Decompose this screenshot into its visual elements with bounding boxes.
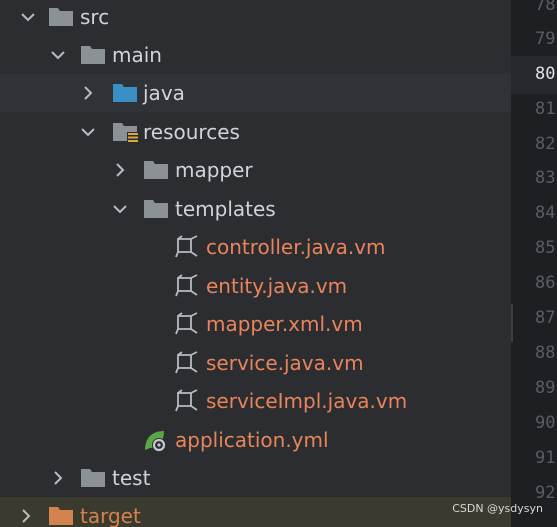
tree-item-label: application.yml — [175, 428, 329, 452]
gutter-divider — [511, 304, 513, 342]
line-number: 87 — [535, 308, 556, 328]
chevron-right-icon[interactable] — [50, 470, 66, 486]
line-number: 89 — [535, 378, 556, 398]
excluded-folder-icon — [48, 504, 74, 527]
tree-item-label: mapper.xml.vm — [206, 312, 363, 336]
folder-icon — [143, 158, 169, 182]
line-number: 85 — [535, 238, 556, 258]
tree-item-src[interactable]: src — [0, 0, 511, 36]
tree-item-test[interactable]: test — [0, 459, 511, 497]
velocity-template-icon — [174, 351, 200, 375]
chevron-down-icon[interactable] — [80, 124, 96, 140]
tree-item-label: test — [112, 466, 151, 490]
tree-item-label: controller.java.vm — [206, 235, 386, 259]
chevron-right-icon[interactable] — [112, 162, 128, 178]
velocity-template-icon — [174, 235, 200, 259]
tree-item-entity-java-vm[interactable]: entity.java.vm — [0, 267, 511, 305]
tree-item-target[interactable]: target — [0, 497, 511, 527]
tree-item-mapper[interactable]: mapper — [0, 151, 511, 189]
tree-item-label: templates — [175, 197, 276, 221]
tree-item-label: entity.java.vm — [206, 274, 348, 298]
chevron-down-icon[interactable] — [112, 201, 128, 217]
tree-item-label: mapper — [175, 158, 253, 182]
folder-icon — [143, 197, 169, 221]
folder-icon — [80, 466, 106, 490]
watermark: CSDN @ysdysyn — [452, 502, 543, 515]
chevron-down-icon[interactable] — [20, 9, 36, 25]
folder-icon — [48, 5, 74, 29]
tree-item-label: java — [143, 81, 185, 105]
editor-line-number-gutter: 78 79 80 81 82 83 84 85 86 87 88 89 90 9… — [511, 0, 557, 527]
chevron-right-icon[interactable] — [80, 85, 96, 101]
line-number: 83 — [535, 168, 556, 188]
tree-item-label: main — [112, 43, 162, 67]
line-number: 91 — [535, 448, 556, 468]
tree-item-label: target — [80, 504, 141, 527]
resources-folder-icon — [112, 120, 139, 144]
folder-icon — [80, 43, 106, 67]
velocity-template-icon — [174, 389, 200, 413]
line-number-current: 80 — [535, 64, 556, 84]
tree-item-service-java-vm[interactable]: service.java.vm — [0, 344, 511, 382]
project-tree: src main java resources mapper templates… — [0, 0, 511, 527]
tree-item-serviceimpl-java-vm[interactable]: serviceImpl.java.vm — [0, 382, 511, 420]
source-folder-icon — [112, 81, 138, 105]
tree-item-templates[interactable]: templates — [0, 190, 511, 228]
tree-item-java[interactable]: java — [0, 74, 511, 112]
line-number: 79 — [535, 29, 556, 49]
line-number: 92 — [535, 483, 556, 503]
line-number: 88 — [535, 343, 556, 363]
tree-item-mapper-xml-vm[interactable]: mapper.xml.vm — [0, 305, 511, 343]
line-number: 86 — [535, 273, 556, 293]
spring-config-icon — [142, 428, 168, 452]
tree-item-label: src — [80, 5, 110, 29]
line-number: 90 — [535, 413, 556, 433]
tree-item-label: serviceImpl.java.vm — [206, 389, 408, 413]
line-number: 84 — [535, 203, 556, 223]
tree-item-label: service.java.vm — [206, 351, 364, 375]
chevron-down-icon[interactable] — [50, 47, 66, 63]
tree-item-application-yml[interactable]: application.yml — [0, 421, 511, 459]
chevron-right-icon[interactable] — [18, 508, 34, 524]
line-number: 81 — [535, 99, 556, 119]
tree-item-label: resources — [143, 120, 240, 144]
line-number: 82 — [535, 134, 556, 154]
tree-item-main[interactable]: main — [0, 36, 511, 74]
tree-item-controller-java-vm[interactable]: controller.java.vm — [0, 228, 511, 266]
line-number: 78 — [535, 0, 556, 15]
velocity-template-icon — [174, 274, 200, 298]
velocity-template-icon — [174, 312, 200, 336]
tree-item-resources[interactable]: resources — [0, 113, 511, 151]
